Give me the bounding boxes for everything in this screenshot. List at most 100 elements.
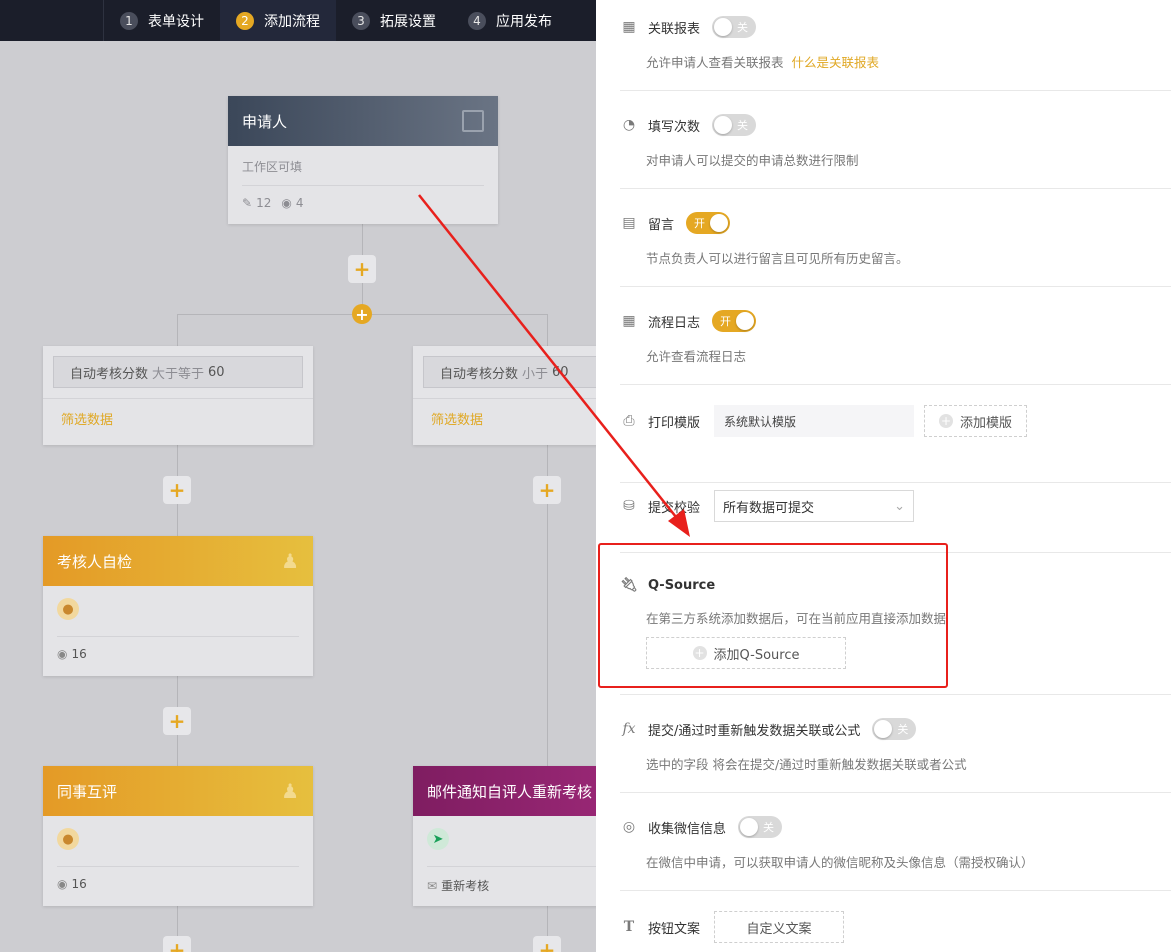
node-action: 重新考核	[441, 879, 490, 893]
linked-report-toggle[interactable]: 关	[712, 16, 757, 38]
setting-title-row: ◎ 收集微信信息 关	[620, 816, 1171, 838]
applicant-node[interactable]: 申请人 工作区可填 ✎ 12 ◉ 4	[228, 96, 498, 224]
pie-chart-icon: ◔	[622, 117, 636, 133]
setting-title: 按钮文案	[648, 921, 701, 937]
condition-operator: 大于等于	[152, 366, 205, 382]
step-add-flow[interactable]: 2 添加流程	[220, 0, 336, 41]
add-node-button[interactable]: +	[348, 255, 376, 283]
node-title: 邮件通知自评人重新考核	[427, 782, 593, 801]
filter-data-link[interactable]: 筛选数据	[43, 398, 313, 438]
divider	[242, 185, 484, 186]
step-extend-settings[interactable]: 3 拓展设置	[336, 0, 452, 41]
add-branch-button[interactable]: +	[352, 304, 372, 324]
setting-title: 打印模版	[648, 415, 701, 431]
flow-log-toggle[interactable]: 开	[712, 310, 757, 332]
setting-title-row: ▤ 留言 开	[620, 212, 1171, 234]
formula-icon: fx	[622, 721, 636, 737]
setting-title-row: T 按钮文案 自定义文案	[620, 911, 1171, 943]
node-body: 工作区可填 ✎ 12 ◉ 4	[228, 146, 498, 222]
database-check-icon: ⛁	[623, 498, 635, 514]
setting-title: 提交/通过时重新触发数据关联或公式	[648, 723, 861, 739]
print-template-field[interactable]: 系统默认模版	[714, 405, 915, 437]
node-subtitle: 工作区可填	[242, 160, 303, 174]
add-node-button[interactable]: +	[163, 707, 191, 735]
divider	[57, 636, 299, 637]
setting-flow-log: ▦ 流程日志 开 允许查看流程日志	[620, 310, 1171, 385]
setting-title-row: ▦ 流程日志 开	[620, 310, 1171, 332]
edit-count: 12	[256, 196, 272, 210]
form-edit-icon	[462, 110, 484, 132]
step-label: 应用发布	[496, 13, 552, 30]
user-avatar-icon: ●	[57, 598, 79, 620]
toggle-text: 关	[737, 119, 749, 132]
submit-check-select[interactable]: 所有数据可提交 ⌄	[714, 490, 915, 522]
wechat-toggle[interactable]: 关	[738, 816, 783, 838]
condition-value: 60	[208, 364, 225, 380]
custom-text-button[interactable]: 自定义文案	[714, 911, 845, 943]
peer-review-node[interactable]: 同事互评 ♟ ● ◉ 16	[43, 766, 313, 906]
setting-desc: 在微信中申请，可以获取申请人的微信昵称及头像信息（需授权确认）	[646, 855, 1034, 870]
setting-print-template: ⎙ 打印模版 系统默认模版 + 添加模版	[620, 405, 1171, 483]
condition-field: 自动考核分数	[440, 366, 519, 382]
toggle-knob	[736, 312, 755, 330]
add-node-button[interactable]: +	[533, 936, 561, 952]
toggle-text: 开	[694, 217, 706, 230]
setting-linked-report: ▦ 关联报表 关 允许申请人查看关联报表 什么是关联报表	[620, 16, 1171, 91]
branch-condition-left[interactable]: 自动考核分数 大于等于 60 筛选数据	[43, 346, 313, 445]
flow-canvas: 申请人 工作区可填 ✎ 12 ◉ 4 + + 自动考核分数 大于等于 60 筛选数据…	[0, 41, 600, 952]
filter-data-link[interactable]: 筛选数据	[413, 398, 600, 438]
setting-title-row: ⎙ 打印模版 系统默认模版 + 添加模版	[620, 405, 1171, 437]
setting-desc: 允许查看流程日志	[646, 349, 747, 364]
toggle-text: 关	[763, 821, 775, 834]
view-count: 16	[71, 877, 87, 891]
what-is-linked-report-link[interactable]: 什么是关联报表	[792, 55, 880, 70]
step-label: 添加流程	[264, 13, 320, 30]
eye-icon: ◉	[57, 647, 68, 661]
node-title: 同事互评	[57, 782, 118, 801]
mail-icon: ✉	[427, 878, 438, 893]
view-count: 4	[295, 196, 304, 210]
setting-retrigger: fx 提交/通过时重新触发数据关联或公式 关 选中的字段 将会在提交/通过时重新…	[620, 718, 1171, 793]
add-node-button[interactable]: +	[163, 936, 191, 952]
node-body: ● ◉ 16	[43, 816, 313, 903]
setting-title: 提交校验	[648, 500, 701, 516]
connector-line	[177, 314, 178, 346]
setting-desc: 选中的字段 将会在提交/通过时重新触发数据关联或者公式	[646, 757, 967, 772]
node-title: 申请人	[242, 112, 288, 131]
step-label: 表单设计	[148, 13, 204, 30]
branch-condition-right[interactable]: 自动考核分数 小于 60 筛选数据	[413, 346, 600, 445]
setting-desc-text: 允许申请人查看关联报表	[646, 55, 784, 70]
step-form-design[interactable]: 1 表单设计	[104, 0, 220, 41]
step-app-publish[interactable]: 4 应用发布	[452, 0, 568, 41]
comment-toggle[interactable]: 开	[686, 212, 731, 234]
printer-icon: ⎙	[623, 413, 635, 429]
pencil-icon: ✎	[242, 196, 253, 210]
add-node-button[interactable]: +	[533, 476, 561, 504]
add-node-button[interactable]: +	[163, 476, 191, 504]
condition-box: 自动考核分数 小于 60	[423, 356, 600, 388]
self-check-node[interactable]: 考核人自检 ♟ ● ◉ 16	[43, 536, 313, 676]
retrigger-toggle[interactable]: 关	[872, 718, 917, 740]
setting-title-row: ⛁ 提交校验 所有数据可提交 ⌄	[620, 490, 1171, 522]
highlight-box	[598, 543, 948, 688]
user-avatar-icon: ●	[57, 828, 79, 850]
wechat-icon: ◎	[622, 819, 636, 835]
step-number: 3	[352, 11, 370, 30]
toggle-knob	[710, 214, 729, 232]
node-title: 考核人自检	[57, 552, 133, 571]
setting-desc: 对申请人可以提交的申请总数进行限制	[646, 153, 859, 168]
mail-notify-node[interactable]: 邮件通知自评人重新考核 ➤ ✉ 重新考核	[413, 766, 600, 906]
setting-wechat: ◎ 收集微信信息 关 在微信中申请，可以获取申请人的微信昵称及头像信息（需授权确…	[620, 816, 1171, 891]
chevron-down-icon: ⌄	[894, 498, 906, 514]
setting-title-row: ◔ 填写次数 关	[620, 114, 1171, 136]
setting-title: 留言	[648, 217, 675, 233]
toggle-text: 关	[737, 21, 749, 34]
add-template-button[interactable]: + 添加模版	[924, 405, 1028, 437]
node-header: 同事互评 ♟	[43, 766, 313, 816]
fill-count-toggle[interactable]: 关	[712, 114, 757, 136]
setting-title: 填写次数	[648, 119, 701, 135]
step-number: 4	[468, 11, 486, 30]
setting-title-row: ▦ 关联报表 关	[620, 16, 1171, 38]
eye-icon: ◉	[281, 196, 292, 210]
setting-comment: ▤ 留言 开 节点负责人可以进行留言且可见所有历史留言。	[620, 212, 1171, 287]
